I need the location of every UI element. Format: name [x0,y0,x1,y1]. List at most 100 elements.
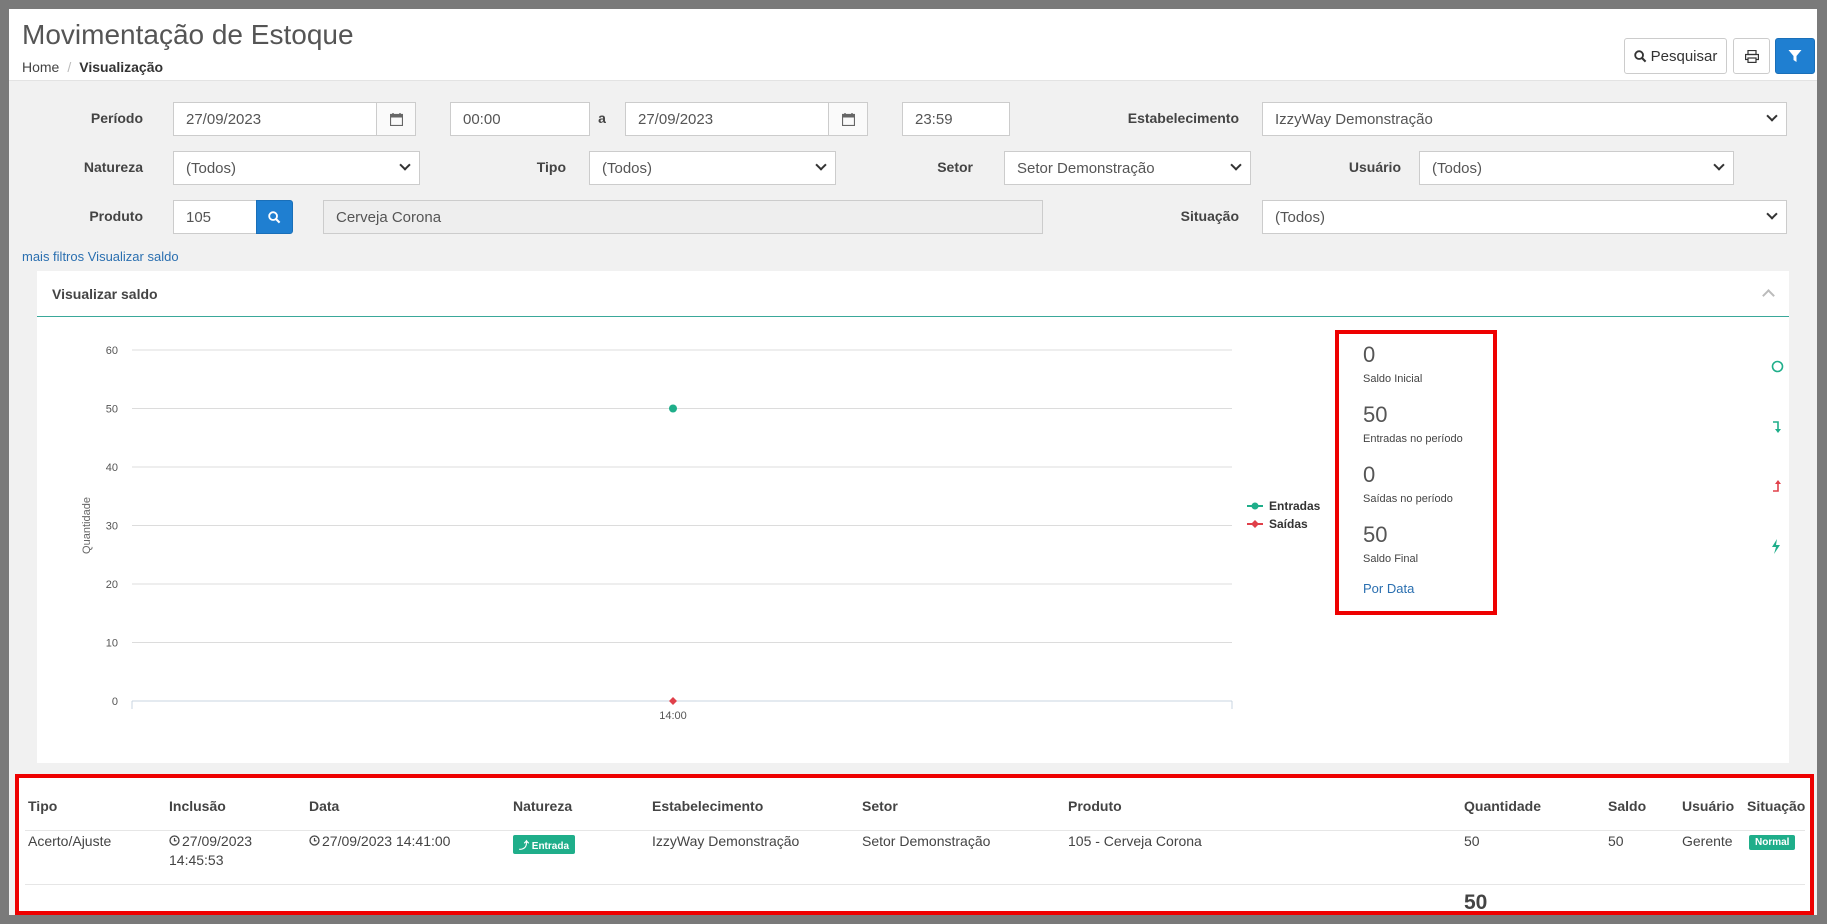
produto-search-button[interactable] [256,200,293,234]
produto-label: Produto [89,208,143,224]
col-header-usuario[interactable]: Usuário [1682,798,1734,814]
produto-code-input[interactable]: 105 [173,200,257,234]
chevron-down-icon [1766,110,1778,122]
chevron-down-icon [815,159,827,171]
chevron-down-icon [1230,159,1242,171]
row-quantidade: 50 [1464,833,1480,849]
row-usuario: Gerente [1682,833,1733,849]
x-tick-label: 14:00 [659,710,687,722]
date-start-calendar-button[interactable] [376,102,416,136]
calendar-icon [841,112,855,126]
saldo-chart: 0 10 20 30 40 50 60 14:00 Quantidade Entradas Saíd… [81,345,1321,722]
legend-label: Saídas [1269,517,1308,531]
legend-marker-saidas [1251,520,1259,528]
date-end-calendar-button[interactable] [828,102,868,136]
por-data-link[interactable]: Por Data [1363,581,1414,596]
visualizar-saldo-link[interactable]: Visualizar saldo [88,249,179,264]
col-header-data[interactable]: Data [309,798,339,814]
col-header-tipo[interactable]: Tipo [28,798,57,814]
time-start-input[interactable]: 00:00 [450,102,590,136]
natureza-badge: ⤴ Entrada [513,835,576,854]
saldo-panel-header[interactable]: Visualizar saldo [37,273,1789,317]
row-data: 27/09/2023 14:41:00 [309,833,450,849]
search-button[interactable]: Pesquisar [1624,38,1727,74]
col-header-produto[interactable]: Produto [1068,798,1122,814]
tipo-select-value: (Todos) [602,160,653,177]
periodo-label: Período [90,110,143,126]
tipo-label: Tipo [536,159,566,175]
row-setor: Setor Demonstração [862,833,991,849]
row-inclusao: 27/09/2023 [169,833,252,849]
time-end-input[interactable]: 23:59 [902,102,1010,136]
total-quantidade: 50 [1464,891,1488,914]
saidas-value: 0 [1363,462,1376,487]
clock-icon [169,835,180,846]
usuario-label: Usuário [1348,159,1401,175]
range-a-label: a [598,110,606,126]
col-header-saldo[interactable]: Saldo [1608,798,1646,814]
situacao-label: Situação [1180,208,1239,224]
row-tipo-link[interactable]: Acerto/Ajuste [28,833,111,849]
row-inclusao-time: 14:45:53 [169,852,224,868]
natureza-badge-label: Entrada [531,841,570,852]
col-header-situacao[interactable]: Situação [1747,798,1805,814]
entradas-value: 50 [1363,402,1388,427]
col-header-natureza[interactable]: Natureza [513,798,572,814]
saldo-final-label: Saldo Final [1363,553,1419,565]
saldo-inicial-value: 0 [1363,342,1376,367]
clock-icon [309,835,320,846]
usuario-select[interactable]: (Todos) [1419,151,1734,185]
estabelecimento-label: Estabelecimento [1127,110,1239,126]
filter-button[interactable] [1775,38,1815,74]
col-header-estabelecimento[interactable]: Estabelecimento [652,798,763,814]
estabelecimento-select-value: IzzyWay Demonstração [1275,111,1433,128]
tipo-select[interactable]: (Todos) [589,151,836,185]
chevron-down-icon [1766,208,1778,220]
y-tick-label: 50 [106,404,118,416]
breadcrumb-current: Visualização [79,59,164,75]
legend-marker-entradas [1251,502,1259,510]
y-tick-label: 60 [106,345,118,357]
data-point-entradas [669,404,677,413]
filter-icon [1788,50,1802,62]
y-tick-label: 10 [106,638,118,650]
mais-filtros-link[interactable]: mais filtros [22,249,84,264]
col-header-quantidade[interactable]: Quantidade [1464,798,1541,814]
arrow-down-icon [1771,420,1783,437]
chevron-down-icon [1713,159,1725,171]
search-icon [1633,49,1646,62]
print-button[interactable] [1733,38,1770,74]
usuario-select-value: (Todos) [1432,160,1483,177]
setor-select[interactable]: Setor Demonstração [1004,151,1251,185]
circle-icon [1771,360,1784,376]
natureza-select-value: (Todos) [186,160,237,177]
natureza-label: Natureza [83,159,143,175]
search-button-label: Pesquisar [1650,47,1718,65]
estabelecimento-select[interactable]: IzzyWay Demonstração [1262,102,1787,136]
y-tick-label: 20 [106,579,118,591]
y-tick-label: 40 [106,462,118,474]
y-tick-label: 0 [112,696,118,708]
chevron-up-icon[interactable] [1762,289,1775,302]
breadcrumb-home[interactable]: Home [22,59,59,75]
search-icon [268,210,281,223]
breadcrumb: Home / Visualização [22,59,163,75]
print-icon [1744,49,1759,63]
saldo-panel-title: Visualizar saldo [52,286,158,302]
row-inclusao-date: 27/09/2023 [182,833,253,849]
col-header-setor[interactable]: Setor [862,798,898,814]
y-axis-label: Quantidade [81,497,93,554]
saidas-label: Saídas no período [1363,493,1453,505]
row-saldo: 50 [1608,833,1624,849]
date-start-input[interactable]: 27/09/2023 [173,102,377,136]
col-header-inclusao[interactable]: Inclusão [169,798,226,814]
date-end-input[interactable]: 27/09/2023 [625,102,829,136]
situacao-select[interactable]: (Todos) [1262,200,1787,234]
row-produto-link[interactable]: 105 - Cerveja Corona [1068,833,1202,849]
saldo-summary: 0 Saldo Inicial 50 Entradas no período 0… [1335,330,1497,615]
row-divider [25,884,1805,885]
header-divider [25,830,1805,831]
natureza-select[interactable]: (Todos) [173,151,420,185]
legend-label: Entradas [1269,499,1321,513]
filter-links: mais filtros Visualizar saldo [22,249,179,264]
